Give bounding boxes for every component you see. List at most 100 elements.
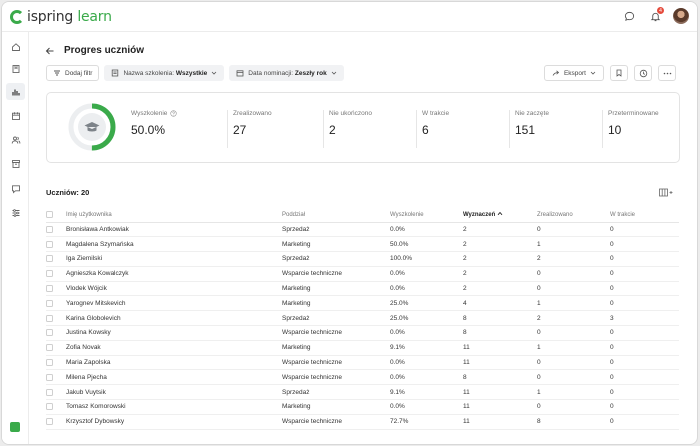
row-select-cell — [46, 295, 66, 312]
training-filter-value: Wszystkie — [175, 69, 208, 77]
clock-icon — [639, 69, 647, 77]
table-row[interactable]: Krzysztof Dybowsky Wsparcie techniczne 72.… — [46, 414, 679, 430]
user-avatar[interactable] — [673, 8, 689, 24]
learner-count: Uczniów: 20 — [46, 188, 90, 197]
cell-assignments: 8 — [463, 369, 537, 386]
chevron-down-icon — [590, 71, 596, 75]
cell-in-progress: 0 — [610, 340, 679, 356]
stat-overdue: Przeterminowane 10 — [602, 110, 659, 148]
row-checkbox[interactable] — [46, 373, 53, 381]
table-row[interactable]: Jakub Vuytsik Sprzedaż 9.1% 11 1 0 — [46, 384, 679, 401]
cell-in-progress: 0 — [610, 251, 679, 267]
sidebar-item-settings[interactable] — [6, 204, 25, 221]
cell-department: Wsparcie techniczne — [282, 414, 390, 430]
table-row[interactable]: Magdalena Szymańska Marketing 50.0% 2 1 0 — [46, 236, 679, 253]
more-button[interactable] — [658, 65, 676, 81]
select-all-checkbox[interactable] — [46, 211, 53, 219]
column-header-completed[interactable]: Zrealizowano — [537, 208, 610, 223]
help-icon[interactable] — [170, 110, 178, 117]
row-checkbox[interactable] — [46, 284, 53, 292]
table-row[interactable]: Vlodek Wójcik Marketing 0.0% 2 0 0 — [46, 281, 679, 297]
cell-in-progress: 0 — [610, 399, 679, 415]
document-icon — [112, 69, 119, 77]
table-row[interactable]: Tomasz Komorowski Marketing 0.0% 11 0 0 — [46, 399, 679, 415]
main-content: Progres uczniów Dodaj filtr Nazwa szkole… — [30, 32, 697, 444]
cell-assignments: 8 — [463, 325, 537, 341]
cell-name: Tomasz Komorowski — [66, 399, 282, 415]
back-button[interactable] — [45, 46, 55, 58]
table-row[interactable]: Justina Kowsky Wsparcie techniczne 0.0% 8 0 0 — [46, 325, 679, 341]
cell-in-progress: 0 — [610, 384, 679, 401]
column-header-assignments-label: Wyznaczeń — [463, 212, 496, 219]
sidebar-item-library[interactable] — [6, 60, 25, 77]
row-checkbox[interactable] — [46, 314, 53, 322]
column-header-department[interactable]: Poddział — [282, 208, 390, 223]
table-row[interactable]: Milena Pjecha Wsparcie techniczne 0.0% 8 0 0 — [46, 369, 679, 386]
cell-in-progress: 0 — [610, 414, 679, 430]
cell-completed: 1 — [537, 340, 610, 356]
row-checkbox[interactable] — [46, 255, 53, 263]
stats-card: Wyszkolenie 50.0% Zrealizowano 27 Nie uk… — [46, 92, 680, 163]
chevron-down-icon — [331, 71, 336, 75]
columns-button[interactable] — [659, 188, 673, 199]
table-row[interactable]: Yarognev Mitskevich Marketing 25.0% 4 1 0 — [46, 295, 679, 312]
table-row[interactable]: Bronisława Antkowiak Sprzedaż 0.0% 2 0 0 — [46, 222, 679, 238]
collapse-sidebar-button[interactable] — [10, 422, 20, 432]
chat-button[interactable] — [621, 8, 637, 24]
add-filter-label: Dodaj filtr — [65, 69, 93, 77]
cell-completed: 2 — [537, 251, 610, 267]
column-header-name[interactable]: Imię użytkownika — [66, 208, 282, 223]
column-header-assignments[interactable]: Wyznaczeń — [463, 208, 537, 223]
date-filter[interactable]: Data nominacji: Zeszły rok — [229, 65, 344, 81]
calendar-icon — [236, 70, 244, 77]
sidebar-item-calendar[interactable] — [6, 107, 25, 124]
row-checkbox[interactable] — [46, 240, 53, 248]
row-checkbox[interactable] — [46, 403, 53, 411]
page-actions: Eksport — [543, 65, 676, 81]
stat-not-finished-value: 2 — [329, 123, 336, 137]
add-filter-button[interactable]: Dodaj filtr — [46, 65, 100, 81]
date-filter-key: Data nominacji: — [248, 69, 295, 77]
stat-not-finished: Nie ukończono 2 — [323, 110, 372, 148]
table-row[interactable]: Agnieszka Kowalczyk Wsparcie techniczne 0.… — [46, 266, 679, 282]
export-button[interactable]: Eksport — [543, 65, 604, 81]
cell-assignments: 2 — [463, 236, 537, 253]
row-checkbox[interactable] — [46, 388, 53, 396]
row-select-cell — [46, 414, 66, 430]
sidebar-item-home[interactable] — [6, 38, 25, 55]
row-checkbox[interactable] — [46, 358, 53, 366]
cell-assignments: 2 — [463, 251, 537, 267]
table-row[interactable]: Karina Globolevich Sprzedaż 25.0% 8 2 3 — [46, 310, 679, 327]
cell-assignments: 4 — [463, 295, 537, 312]
cell-department: Sprzedaż — [282, 310, 390, 327]
row-checkbox[interactable] — [46, 329, 53, 337]
cell-department: Sprzedaż — [282, 222, 390, 238]
row-checkbox[interactable] — [46, 299, 53, 307]
arrow-left-icon — [45, 47, 54, 55]
filter-icon — [54, 70, 60, 76]
column-header-training[interactable]: Wyszkolenie — [390, 208, 463, 223]
users-icon — [11, 136, 20, 144]
table-row[interactable]: Maria Zapolska Wsparcie techniczne 0.0% 11 0… — [46, 355, 679, 371]
schedule-button[interactable] — [634, 65, 652, 81]
sidebar-item-messages[interactable] — [6, 180, 25, 197]
row-select-cell — [46, 281, 66, 297]
row-checkbox[interactable] — [46, 344, 53, 352]
bookmark-button[interactable] — [610, 65, 628, 81]
column-header-in-progress[interactable]: W trakcie — [610, 208, 679, 223]
row-checkbox[interactable] — [46, 225, 53, 233]
training-filter[interactable]: Nazwa szkolenia: Wszystkie — [104, 65, 225, 81]
sidebar-item-archive[interactable] — [6, 155, 25, 172]
sidebar-item-reports[interactable] — [6, 83, 25, 100]
notifications-button[interactable]: 4 — [647, 7, 664, 24]
cell-department: Wsparcie techniczne — [282, 355, 390, 371]
table-row[interactable]: Iga Ziemilski Sprzedaż 100.0% 2 2 0 — [46, 251, 679, 267]
row-checkbox[interactable] — [46, 270, 53, 278]
row-checkbox[interactable] — [46, 418, 53, 426]
training-filter-key: Nazwa szkolenia: — [123, 69, 176, 77]
sidebar-item-users[interactable] — [6, 131, 25, 148]
brand-logo[interactable]: ispring learn — [10, 9, 112, 25]
cell-completed: 0 — [537, 222, 610, 238]
archive-icon — [11, 159, 20, 168]
table-row[interactable]: Zofia Novak Marketing 9.1% 11 1 0 — [46, 340, 679, 356]
